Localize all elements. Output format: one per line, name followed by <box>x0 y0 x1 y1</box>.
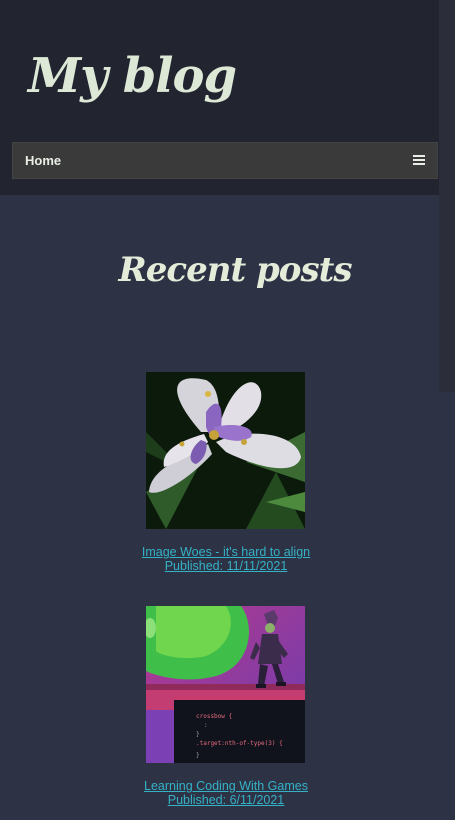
svg-text:}: } <box>196 752 200 759</box>
post-thumbnail-game[interactable]: crossbow { : } .target:nth-of-type(3) { … <box>146 606 305 763</box>
post-date[interactable]: Published: 6/11/2021 <box>0 793 452 807</box>
site-header: My blog Home <box>0 0 455 195</box>
svg-text::: : <box>204 722 208 729</box>
svg-text:}: } <box>196 731 200 738</box>
site-title: My blog <box>28 48 237 104</box>
svg-text:.target:nth-of-type(3) {: .target:nth-of-type(3) { <box>196 740 283 747</box>
post-item: Image Woes - it's hard to align Publishe… <box>0 372 455 582</box>
post-title[interactable]: Learning Coding With Games <box>0 779 452 793</box>
post-date[interactable]: Published: 11/11/2021 <box>0 559 452 573</box>
navbar: Home <box>12 142 438 179</box>
post-title[interactable]: Image Woes - it's hard to align <box>0 545 452 559</box>
post-link[interactable]: Image Woes - it's hard to align Publishe… <box>0 545 452 573</box>
scrollbar[interactable] <box>439 0 455 392</box>
post-item: crossbow { : } .target:nth-of-type(3) { … <box>0 606 455 816</box>
section-title: Recent posts <box>118 250 353 290</box>
nav-home-link[interactable]: Home <box>25 153 61 168</box>
post-link[interactable]: Learning Coding With Games Published: 6/… <box>0 779 452 807</box>
svg-text:crossbow {: crossbow { <box>196 713 232 720</box>
post-thumbnail-iris[interactable] <box>146 372 305 529</box>
hamburger-menu-icon[interactable] <box>413 153 427 169</box>
